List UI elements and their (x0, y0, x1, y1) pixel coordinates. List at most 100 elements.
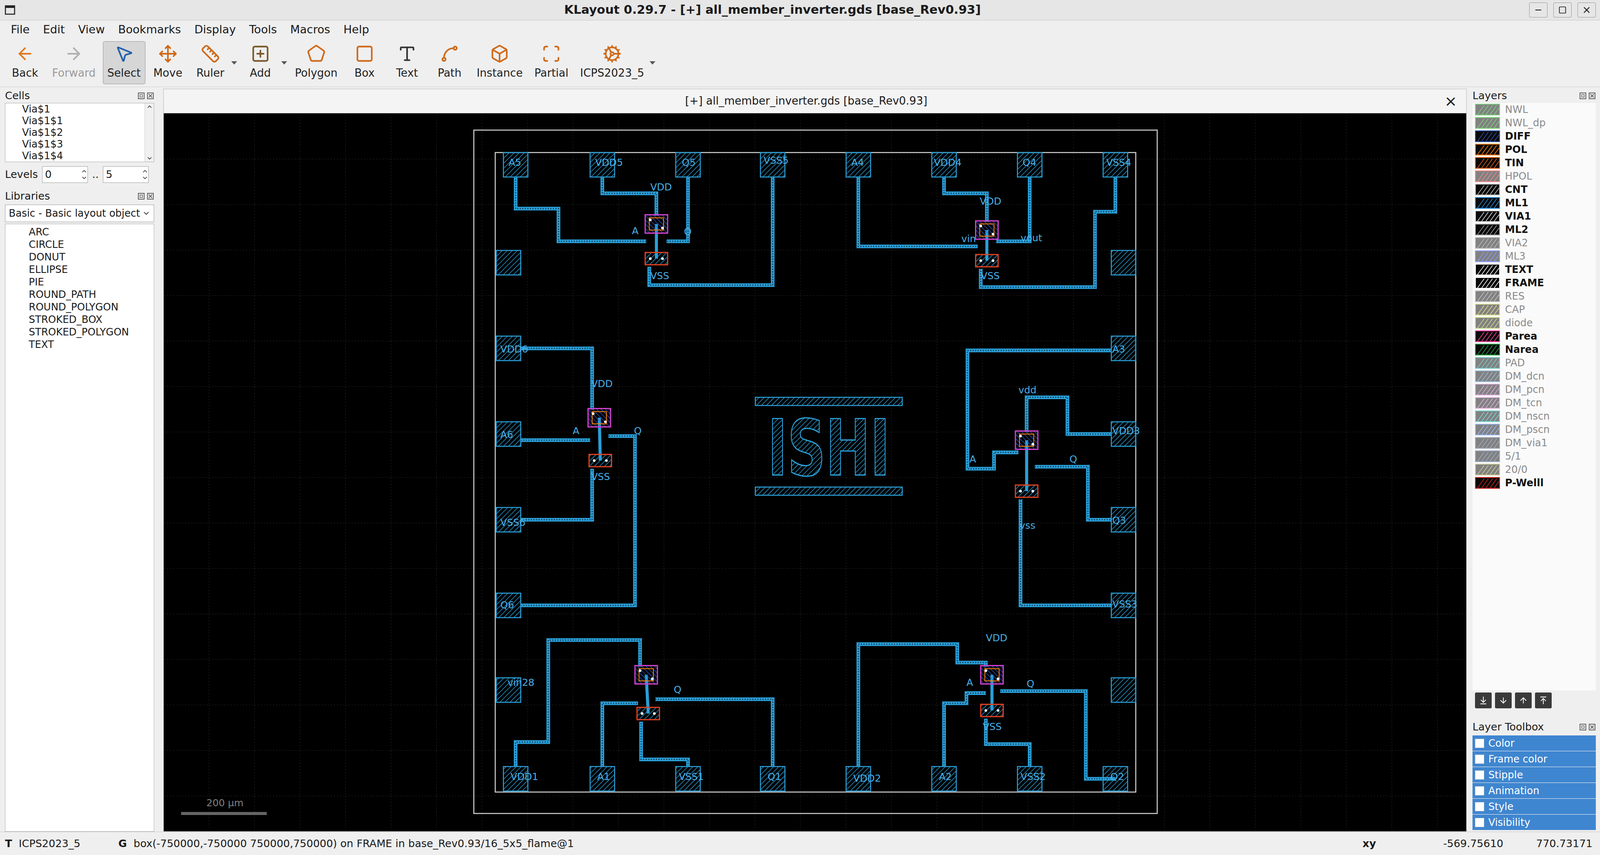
float-icon[interactable] (137, 92, 145, 100)
metal-wire[interactable] (520, 436, 635, 606)
toolbar-button[interactable]: Forward (47, 41, 101, 85)
layer-row[interactable]: DM_dcn (1472, 369, 1596, 383)
metal-wire[interactable] (515, 640, 641, 767)
bond-pad[interactable] (1103, 766, 1128, 792)
cell-item[interactable]: Via$1$4 (22, 150, 145, 162)
layout-label[interactable]: VDD3 (1112, 425, 1141, 437)
float-icon[interactable] (1579, 92, 1587, 100)
layer-row[interactable]: 5/1 (1472, 449, 1596, 463)
layout-drawing[interactable]: ISHIVDDAQVSSVDDvinvoutVSSVDDAQVSSvddAQvs… (163, 113, 1467, 832)
float-icon[interactable] (1579, 723, 1587, 731)
layout-label[interactable]: Q (1069, 453, 1078, 465)
bond-pad[interactable] (931, 766, 957, 792)
layer-swatch-icon[interactable] (1475, 277, 1500, 289)
layer-swatch-icon[interactable] (1475, 303, 1500, 316)
layer-swatch-icon[interactable] (1475, 223, 1500, 236)
close-panel-icon[interactable] (146, 192, 155, 200)
metal-wire[interactable] (1026, 397, 1112, 435)
layout-label[interactable]: VDD2 (853, 772, 882, 784)
layer-row[interactable]: PAD (1472, 356, 1596, 370)
layer-swatch-icon[interactable] (1475, 330, 1500, 343)
layer-row[interactable]: VIA2 (1472, 236, 1596, 250)
layer-swatch-icon[interactable] (1475, 197, 1500, 209)
layer-swatch-icon[interactable] (1475, 117, 1500, 129)
layout-canvas[interactable]: ISHIVDDAQVSSVDDvinvoutVSSVDDAQVSSvddAQvs… (163, 113, 1467, 832)
toolbox-checkbox[interactable] (1475, 802, 1485, 812)
library-item[interactable]: CIRCLE (28, 238, 154, 251)
layout-label[interactable]: Q6 (500, 599, 515, 611)
layer-row[interactable]: P-Welll (1472, 476, 1596, 490)
layer-row[interactable]: ML1 (1472, 196, 1596, 210)
layer-move-button[interactable] (1535, 692, 1552, 709)
layer-swatch-icon[interactable] (1475, 383, 1500, 396)
layer-swatch-icon[interactable] (1475, 170, 1500, 183)
metal-wire[interactable] (1000, 691, 1116, 780)
layer-swatch-icon[interactable] (1475, 183, 1500, 196)
bond-pad[interactable] (1111, 677, 1136, 703)
metal-wire[interactable] (1020, 499, 1112, 606)
layer-swatch-icon[interactable] (1475, 423, 1500, 436)
layer-swatch-icon[interactable] (1475, 463, 1500, 476)
layout-label[interactable]: A1 (597, 770, 610, 783)
toolbar-button[interactable]: Select (102, 41, 146, 85)
bond-pad[interactable] (846, 152, 871, 178)
library-item[interactable]: ROUND_PATH (28, 288, 154, 301)
menu-item[interactable]: Help (337, 20, 375, 40)
spin-up-icon[interactable] (141, 167, 149, 175)
layout-label[interactable]: vin (961, 232, 976, 245)
dropdown-arrow-icon[interactable] (280, 60, 288, 66)
layer-swatch-icon[interactable] (1475, 263, 1500, 276)
layer-swatch-icon[interactable] (1475, 450, 1500, 463)
maximize-button[interactable] (1553, 2, 1572, 18)
layer-swatch-icon[interactable] (1475, 410, 1500, 423)
toolbar-button[interactable]: Move (147, 41, 188, 85)
layout-label[interactable]: VDD1 (510, 770, 539, 783)
layer-row[interactable]: ML2 (1472, 222, 1596, 237)
scroll-down-icon[interactable] (146, 155, 153, 162)
metal-wire[interactable] (641, 721, 689, 767)
layer-move-button[interactable] (1495, 692, 1512, 709)
layer-row[interactable]: Narea (1472, 342, 1596, 357)
toolbar-button[interactable]: ICPS2023_5 (575, 41, 649, 85)
layout-label[interactable]: VSS (982, 720, 1002, 733)
layer-swatch-icon[interactable] (1475, 290, 1500, 303)
layer-swatch-icon[interactable] (1475, 477, 1500, 489)
metal-wire[interactable] (515, 177, 647, 242)
layer-row[interactable]: FRAME (1472, 276, 1596, 290)
spin-down-icon[interactable] (141, 174, 149, 182)
layer-swatch-icon[interactable] (1475, 317, 1500, 329)
bond-pad[interactable] (675, 152, 701, 178)
spin-up-icon[interactable] (80, 167, 88, 175)
layer-row[interactable]: Parea (1472, 329, 1596, 343)
close-panel-icon[interactable] (146, 92, 155, 100)
bond-pad[interactable] (760, 766, 785, 792)
dropdown-arrow-icon[interactable] (230, 60, 238, 66)
metal-wire[interactable] (967, 350, 1112, 469)
layer-row[interactable]: POL (1472, 142, 1596, 157)
metal-wire[interactable] (602, 703, 639, 767)
layer-row[interactable]: DM_nscn (1472, 409, 1596, 423)
metal-wire[interactable] (520, 439, 590, 441)
layout-label[interactable]: A2 (938, 770, 952, 783)
layer-row[interactable]: TEXT (1472, 262, 1596, 277)
metal-wire[interactable] (655, 699, 773, 767)
spin-down-icon[interactable] (80, 174, 88, 182)
metal-wire[interactable] (520, 468, 593, 520)
layer-row[interactable]: CAP (1472, 302, 1596, 317)
layer-row[interactable]: TIN (1472, 156, 1596, 170)
toolbox-row[interactable]: Animation (1472, 782, 1596, 799)
cell-item[interactable]: Via$1$3 (22, 138, 145, 150)
menu-item[interactable]: Display (188, 20, 242, 40)
toolbar-button[interactable]: Ruler (190, 41, 231, 85)
bond-pad[interactable] (1017, 152, 1043, 178)
layer-swatch-icon[interactable] (1475, 157, 1500, 169)
minimize-button[interactable] (1529, 2, 1548, 18)
view-close-button[interactable]: × (1442, 93, 1460, 109)
layout-label[interactable]: A4 (851, 156, 865, 168)
library-item[interactable]: DONUT (28, 250, 154, 264)
layout-label[interactable]: VSS (591, 470, 610, 483)
layer-swatch-icon[interactable] (1475, 370, 1500, 383)
menu-item[interactable]: View (72, 20, 111, 40)
toolbox-checkbox[interactable] (1475, 786, 1485, 796)
toolbar-button[interactable]: Add (240, 41, 281, 85)
